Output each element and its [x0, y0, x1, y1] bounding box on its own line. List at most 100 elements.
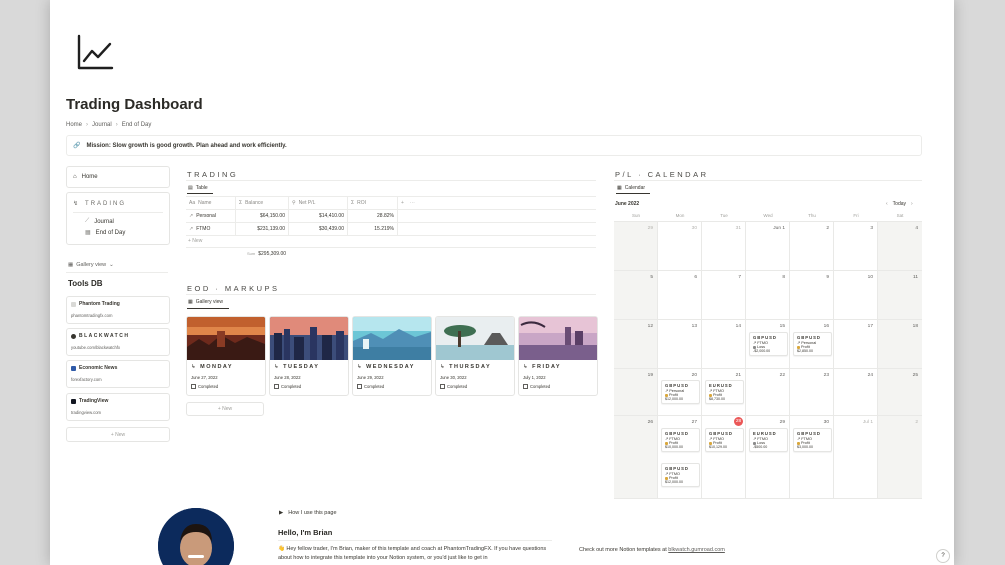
tool-card-tradingview[interactable]: TradingView tradingview.com [66, 393, 170, 421]
checkbox[interactable] [191, 384, 196, 389]
calendar-day-cell[interactable]: 11 [878, 271, 922, 319]
rollup-icon: ⚲ [292, 200, 296, 206]
gallery-card-wednesday[interactable]: ↳ WEDNESDAY June 29, 2022 Completed [352, 316, 432, 396]
trade-event[interactable]: GBPUSD ↗ FTMO Profit $3,000.00 [793, 428, 832, 452]
tool-card-phantom[interactable]: Phantom Trading phantomtradingfx.com [66, 296, 170, 324]
tool-card-economic-news[interactable]: Economic News forexfactory.com [66, 360, 170, 388]
gallery-card-thursday[interactable]: ↳ THURSDAY June 30, 2022 Completed [435, 316, 515, 396]
toggle-how-i-use[interactable]: ▶ How I use this page [279, 510, 337, 516]
calendar-day-cell[interactable]: 16 GBPUSD ↗ Personal Profit $2,850.00 [790, 320, 834, 368]
tab-table[interactable]: ▤ Table [188, 185, 208, 191]
column-header-roi[interactable]: Σ ROI [348, 197, 398, 209]
calendar-day-cell[interactable]: 2 [790, 222, 834, 270]
table-row[interactable]: ↗ FTMO $231,139.00 $30,439.00 15.219% [186, 223, 596, 236]
tools-new-button[interactable]: + New [66, 427, 170, 442]
row-name[interactable]: FTMO [196, 226, 210, 232]
calendar-day-cell[interactable]: 28 GBPUSD ↗ FTMO Profit $10,129.00 [702, 416, 746, 498]
calendar-icon: ▦ [85, 230, 91, 236]
calendar-day-cell[interactable]: 10 [834, 271, 878, 319]
tab-calendar[interactable]: ▦ Calendar [617, 185, 645, 191]
more-text: Check out more Notion templates at [579, 547, 667, 553]
gallery-card-friday[interactable]: ↳ FRIDAY July 1, 2022 Completed [518, 316, 598, 396]
page-link-icon: ↗ [665, 389, 669, 393]
calendar-day-cell[interactable]: 3 [834, 222, 878, 270]
gallery-new-button[interactable]: + New [186, 402, 264, 416]
tool-card-blackwatch[interactable]: BLACKWATCH youtube.com/blackwatchfx [66, 328, 170, 356]
calendar-day-cell[interactable]: 19 [614, 369, 658, 415]
checkbox[interactable] [274, 384, 279, 389]
card-day: TUESDAY [283, 364, 320, 370]
trade-event[interactable]: GBPUSD ↗ FTMO Profit $10,129.00 [705, 428, 744, 452]
breadcrumb-home[interactable]: Home [66, 122, 82, 128]
calendar-day-cell[interactable]: 27 GBPUSD ↗ FTMO Profit $10,000.00 GBPUSD… [658, 416, 702, 498]
help-button[interactable]: ? [936, 549, 950, 563]
trade-event[interactable]: GBPUSD ↗ FTMO Profit $12,000.00 [661, 463, 700, 487]
trade-event[interactable]: GBPUSD ↗ FTMO Profit $10,000.00 [661, 428, 700, 452]
table-new-row-button[interactable]: + New [188, 238, 202, 244]
nav-item-end-of-day[interactable]: ▦ End of Day [67, 227, 125, 238]
calendar-day-cell[interactable]: 9 [790, 271, 834, 319]
calendar-day-cell[interactable]: 26 [614, 416, 658, 498]
calendar-day-cell[interactable]: 17 [834, 320, 878, 368]
calendar-day-cell[interactable]: 29 [614, 222, 658, 270]
cover-image [519, 317, 597, 360]
calendar-day-cell[interactable]: 7 [702, 271, 746, 319]
calendar-day-cell[interactable]: 24 [834, 369, 878, 415]
tradingview-logo-icon [71, 398, 76, 404]
calendar-day-cell[interactable]: 2 [878, 416, 922, 498]
calendar-day-cell[interactable]: 29 EURUSD ↗ FTMO Loss -$500.00 [746, 416, 790, 498]
chevron-left-icon[interactable]: ‹ [886, 201, 888, 207]
checkbox[interactable] [523, 384, 528, 389]
calendar-day-cell[interactable]: Jul 1 [834, 416, 878, 498]
breadcrumb-end-of-day[interactable]: End of Day [122, 122, 152, 128]
calendar-day-cell[interactable]: 14 [702, 320, 746, 368]
today-button[interactable]: Today [893, 201, 906, 207]
calendar-day-cell[interactable]: 4 [878, 222, 922, 270]
calendar-day-cell[interactable]: 12 [614, 320, 658, 368]
trade-event[interactable]: EURUSD ↗ FTMO Profit $8,730.00 [705, 380, 744, 404]
card-date: June 28, 2022 [274, 375, 301, 380]
gumroad-link[interactable]: blkwatch.gumroad.com [668, 547, 725, 553]
calendar-day-cell[interactable]: 6 [658, 271, 702, 319]
column-add[interactable]: + ⋯ [398, 197, 428, 209]
card-status: Completed [281, 384, 302, 389]
trade-event[interactable]: GBPUSD ↗ Personal Profit $12,000.00 [661, 380, 700, 404]
column-header-balance[interactable]: Σ Balance [236, 197, 289, 209]
calendar-day-cell[interactable]: 18 [878, 320, 922, 368]
calendar-day-cell[interactable]: 31 [702, 222, 746, 270]
calendar-day-cell[interactable]: 5 [614, 271, 658, 319]
table-row[interactable]: ↗ Personal $64,150.00 $14,410.00 28.82% [186, 210, 596, 223]
calendar-day-cell[interactable]: 20 GBPUSD ↗ Personal Profit $12,000.00 [658, 369, 702, 415]
trade-event[interactable]: EURUSD ↗ FTMO Loss -$500.00 [749, 428, 788, 452]
calendar-day-cell[interactable]: 13 [658, 320, 702, 368]
tools-view-selector[interactable]: ▦ Gallery view ⌄ [68, 262, 168, 268]
column-header-name[interactable]: Aa Name [186, 197, 236, 209]
trade-event[interactable]: GBPUSD ↗ Personal Profit $2,850.00 [793, 332, 832, 356]
gallery-card-tuesday[interactable]: ↳ TUESDAY June 28, 2022 Completed [269, 316, 349, 396]
calendar-day-cell[interactable]: 30 [658, 222, 702, 270]
calendar-day-cell[interactable]: Jun 1 [746, 222, 790, 270]
checkbox[interactable] [357, 384, 362, 389]
nav-item-journal[interactable]: ⟋ Journal [67, 216, 125, 227]
chevron-right-icon[interactable]: › [911, 201, 913, 207]
gallery-card-monday[interactable]: ↳ MONDAY June 27, 2022 Completed [186, 316, 266, 396]
avatar [158, 508, 234, 565]
breadcrumb-journal[interactable]: Journal [92, 122, 112, 128]
calendar-day-cell[interactable]: 15 GBPUSD ↗ FTMO Loss -$2,000.00 [746, 320, 790, 368]
trade-event[interactable]: GBPUSD ↗ FTMO Loss -$2,000.00 [749, 332, 788, 356]
tab-gallery-view[interactable]: ▦ Gallery view [188, 299, 223, 305]
checkbox[interactable] [440, 384, 445, 389]
calendar-day-cell[interactable]: 23 [790, 369, 834, 415]
calendar-day-cell[interactable]: 22 [746, 369, 790, 415]
nav-home[interactable]: ⌂ Home [66, 166, 170, 188]
line-chart-icon [77, 34, 114, 70]
column-header-net-pl[interactable]: ⚲ Net P/L [289, 197, 348, 209]
tool-name: TradingView [79, 398, 109, 404]
tab-underline [616, 193, 650, 194]
calendar-day-cell[interactable]: 25 [878, 369, 922, 415]
calendar-day-cell[interactable]: 21 EURUSD ↗ FTMO Profit $8,730.00 [702, 369, 746, 415]
page-icon: ↳ [191, 364, 198, 370]
calendar-day-cell[interactable]: 8 [746, 271, 790, 319]
row-name[interactable]: Personal [196, 213, 216, 219]
calendar-day-cell[interactable]: 30 GBPUSD ↗ FTMO Profit $3,000.00 [790, 416, 834, 498]
